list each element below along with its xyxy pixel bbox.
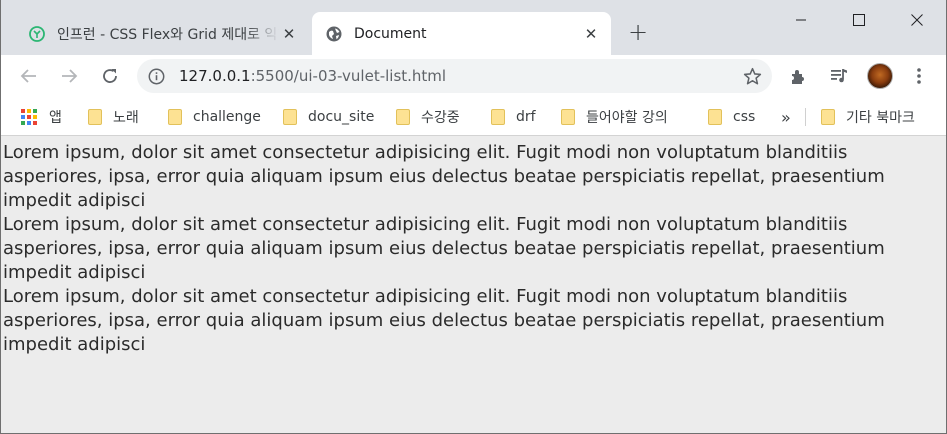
profile-avatar[interactable] [867,63,893,89]
media-control-icon[interactable] [827,64,851,88]
tab-title: Document [354,25,427,42]
paragraph: Lorem ipsum, dolor sit amet consectetur … [3,214,885,283]
bookmark-label: 기타 북마크 [846,110,915,126]
bookmark-folder[interactable]: drf [491,107,536,127]
bookmark-label: 들어야할 강의 [586,110,668,126]
maximize-icon [853,14,865,26]
apps-grid-icon [21,109,37,125]
tab-inflearn[interactable]: 인프런 - CSS Flex와 Grid 제대로 익히기 ✕ [1,12,309,55]
url-host: 127.0.0.1 [179,67,251,85]
bookmark-label: docu_site [308,109,375,125]
tab-document[interactable]: Document ✕ [312,12,611,55]
bookmark-label: 앱 [49,110,62,126]
bookmark-apps[interactable]: 앱 [21,107,62,127]
bookmark-folder[interactable]: challenge [168,107,261,127]
bookmarks-bar: 앱 노래 challenge docu_site 수강중 drf 들어야할 강의 [1,98,946,136]
bookmark-folder[interactable]: 노래 [88,107,139,127]
folder-icon [168,109,182,125]
bookmark-other-folder[interactable]: 기타 북마크 [821,107,915,127]
browser-window: 인프런 - CSS Flex와 Grid 제대로 익히기 ✕ Document … [0,0,947,434]
browser-toolbar: 127.0.0.1:5500/ui-03-vulet-list.html [1,55,946,98]
tab-strip: 인프런 - CSS Flex와 Grid 제대로 익히기 ✕ Document … [1,0,946,55]
bookmark-label: css [733,109,756,125]
minimize-button[interactable] [772,0,830,40]
menu-kebab-icon[interactable] [907,64,931,88]
reload-button[interactable] [96,62,124,90]
url-path: :5500/ui-03-vulet-list.html [250,67,447,85]
extensions-icon[interactable] [787,64,811,88]
bookmark-folder[interactable]: css [708,107,755,127]
forward-button[interactable] [55,62,83,90]
folder-icon [561,109,575,125]
page-content: Lorem ipsum, dolor sit amet consectetur … [1,141,946,357]
back-arrow-icon [20,69,36,83]
inflearn-icon [29,25,45,42]
bookmark-label: drf [516,109,536,125]
bookmark-folder[interactable]: docu_site [283,107,374,127]
bookmark-label: challenge [193,109,261,125]
folder-icon [491,109,505,125]
maximize-button[interactable] [830,0,888,40]
minimize-icon [796,19,806,21]
close-icon [911,14,923,26]
globe-icon [326,26,342,42]
close-tab-icon[interactable]: ✕ [581,24,601,44]
bookmark-star-icon[interactable] [742,66,762,86]
new-tab-button[interactable]: + [626,18,650,46]
url-text: 127.0.0.1:5500/ui-03-vulet-list.html [179,67,446,85]
address-bar[interactable]: 127.0.0.1:5500/ui-03-vulet-list.html [137,59,772,93]
paragraph: Lorem ipsum, dolor sit amet consectetur … [3,286,885,355]
forward-arrow-icon [62,69,78,83]
bookmark-label: 수강중 [421,110,460,126]
bookmark-folder[interactable]: 들어야할 강의 [561,107,668,127]
reload-icon [103,69,117,83]
folder-icon [821,109,835,125]
close-window-button[interactable] [888,0,946,40]
bookmarks-separator [805,108,806,126]
info-icon[interactable] [147,67,165,85]
tab-title: 인프런 - CSS Flex와 Grid 제대로 익히기 [57,26,279,43]
window-controls [772,0,946,40]
folder-icon [88,109,102,125]
back-button[interactable] [15,62,43,90]
bookmark-folder[interactable]: 수강중 [396,107,460,127]
folder-icon [396,109,410,125]
close-tab-icon[interactable]: ✕ [279,24,299,44]
bookmark-label: 노래 [113,110,139,126]
paragraph: Lorem ipsum, dolor sit amet consectetur … [3,142,885,211]
bookmarks-overflow-button[interactable]: » [781,107,791,127]
folder-icon [708,109,722,125]
folder-icon [283,109,297,125]
